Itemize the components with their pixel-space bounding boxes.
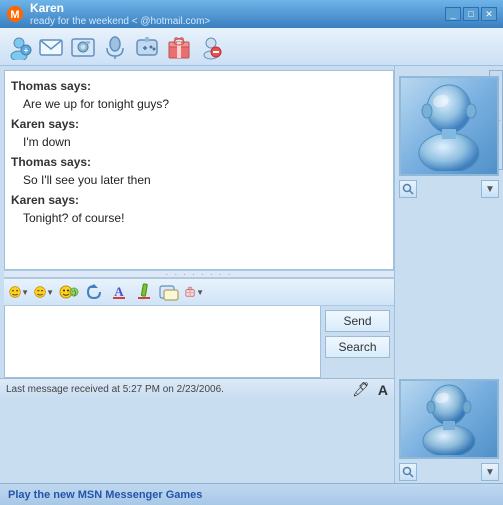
avatar-search-button[interactable] [399,180,417,198]
contact-status: ready for the weekend < @hotmail.com> [30,16,210,27]
svg-text:A: A [114,284,124,299]
title-bar-left: M Karen ready for the weekend < @hotmail… [6,1,210,26]
minimize-button[interactable]: _ [445,7,461,21]
toolbar: + [0,28,503,66]
chat-divider[interactable]: · · · · · · · · [4,270,394,278]
msg-sender-2: Karen says: [11,115,387,133]
svg-text::): :) [72,290,76,297]
animated-emoticon-button[interactable]: :) [58,281,80,303]
title-text-block: Karen ready for the weekend < @hotmail.c… [30,1,210,26]
block-button[interactable] [197,33,225,61]
svg-text:M: M [10,9,19,21]
emoji-button[interactable]: ▼ [8,281,30,303]
gift-button[interactable] [165,33,193,61]
message-1: Thomas says: Are we up for tonight guys? [11,77,387,113]
bottom-bar-text: Play the new MSN Messenger Games [8,489,202,501]
font-size-icon[interactable]: A [378,382,388,398]
input-section: Send Search [4,306,394,378]
window-controls[interactable]: _ □ ✕ [445,7,497,21]
format-toolbar: ▼ ▼ :) [4,278,394,306]
chat-panel: Thomas says: Are we up for tonight guys?… [0,66,395,483]
action-buttons: Send Search [321,306,394,378]
app-icon: M [6,5,24,23]
message-2: Karen says: I'm down [11,115,387,151]
nudge-button[interactable] [83,281,105,303]
msg-text-1: Are we up for tonight guys? [11,95,387,113]
add-contact-button[interactable]: + [5,33,33,61]
svg-text:+: + [24,46,29,55]
font-button[interactable]: A [108,281,130,303]
status-bar: Last message received at 5:27 PM on 2/23… [0,378,394,400]
msg-sender-4: Karen says: [11,191,387,209]
bottom-bar[interactable]: Play the new MSN Messenger Games [0,483,503,505]
right-panel: ▶ [395,66,503,483]
search-button[interactable]: Search [325,336,390,358]
maximize-button[interactable]: □ [463,7,479,21]
main-area: Thomas says: Are we up for tonight guys?… [0,66,503,483]
voice-button[interactable] [101,33,129,61]
color-button[interactable] [133,281,155,303]
my-avatar [399,379,499,459]
status-text: Last message received at 5:27 PM on 2/23… [6,384,344,395]
ink-button[interactable]: ▼ [183,281,205,303]
avatar-figure-top [409,81,489,171]
send-button[interactable]: Send [325,310,390,332]
wink-button[interactable]: ▼ [33,281,55,303]
message-4: Karen says: Tonight? of course! [11,191,387,227]
my-avatar-dropdown-button[interactable]: ▼ [481,463,499,481]
avatar-figure-bottom [414,383,484,455]
msg-sender-1: Thomas says: [11,77,387,95]
top-avatar-controls: ▼ [399,180,499,198]
message-3: Thomas says: So I'll see you later then [11,153,387,189]
msg-text-2: I'm down [11,133,387,151]
close-button[interactable]: ✕ [481,7,497,21]
my-avatar-search-button[interactable] [399,463,417,481]
background-button[interactable] [158,281,180,303]
msg-sender-3: Thomas says: [11,153,387,171]
edit-icon[interactable]: 🖊 [352,381,370,398]
bottom-avatar-controls: ▼ [399,463,499,481]
title-bar: M Karen ready for the weekend < @hotmail… [0,0,503,28]
photo-button[interactable] [69,33,97,61]
send-email-button[interactable] [37,33,65,61]
msg-text-4: Tonight? of course! [11,209,387,227]
msg-text-3: So I'll see you later then [11,171,387,189]
contact-name: Karen [30,1,210,15]
contact-avatar [399,76,499,176]
message-input[interactable] [4,306,321,378]
games-button[interactable] [133,33,161,61]
message-display: Thomas says: Are we up for tonight guys?… [4,70,394,270]
avatar-dropdown-button[interactable]: ▼ [481,180,499,198]
